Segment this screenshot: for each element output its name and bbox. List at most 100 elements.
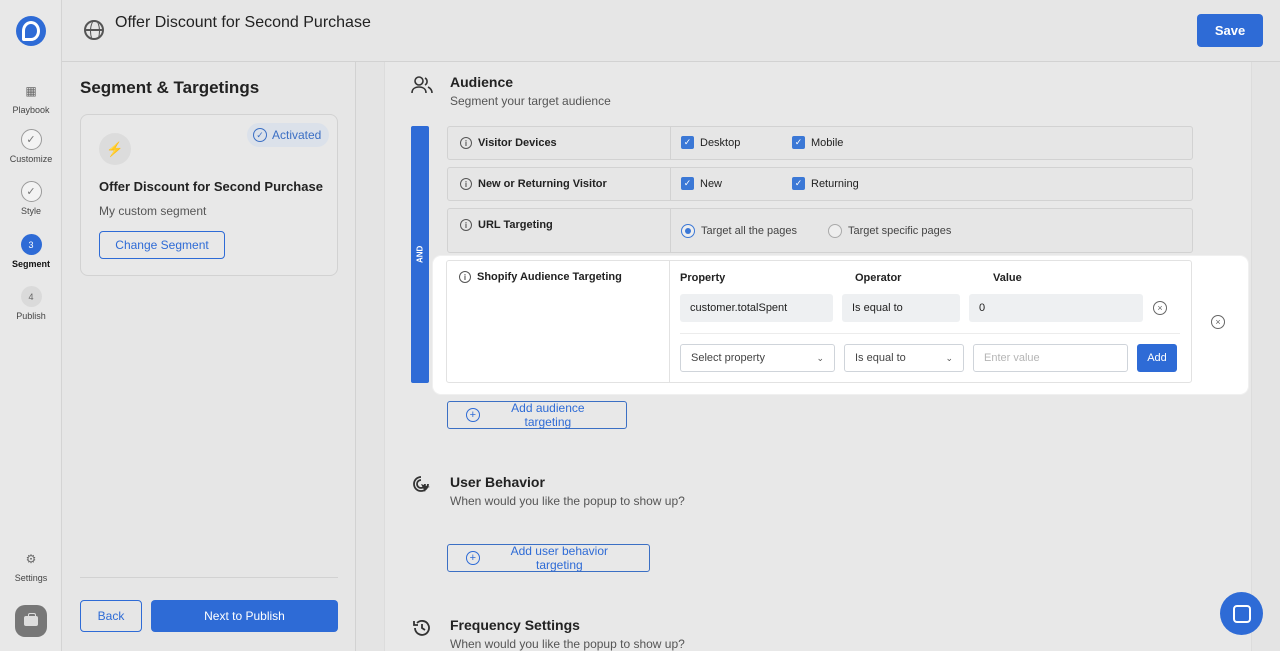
briefcase-icon[interactable]	[15, 605, 47, 637]
top-bar: Offer Discount for Second Purchase Save	[62, 0, 1280, 62]
section-title: Audience	[450, 74, 514, 90]
select-value: Is equal to	[855, 352, 906, 364]
checkbox-checked-icon: ✓	[792, 136, 805, 149]
info-icon: i	[460, 178, 472, 190]
rail-item-segment[interactable]: 3 Segment	[0, 234, 62, 269]
check-circle-icon: ✓	[253, 128, 267, 142]
history-icon	[411, 617, 433, 639]
divider	[670, 168, 671, 200]
operator-field[interactable]: Is equal to	[842, 294, 960, 322]
button-label: Add user behavior targeting	[510, 544, 609, 572]
divider	[669, 261, 670, 382]
rule-new-returning: i New or Returning Visitor ✓ New ✓ Returni…	[447, 167, 1193, 201]
add-user-behavior-button[interactable]: + Add user behavior targeting	[447, 544, 650, 572]
rule-label: Visitor Devices	[478, 137, 557, 149]
divider	[80, 577, 338, 578]
app-logo[interactable]	[16, 16, 46, 46]
rule-name: i Visitor Devices	[460, 137, 557, 149]
button-label: Add audience targeting	[511, 401, 585, 429]
checkbox-desktop[interactable]: ✓ Desktop	[681, 136, 740, 149]
checkbox-label: Desktop	[700, 136, 741, 149]
checkbox-checked-icon: ✓	[681, 177, 694, 190]
add-condition-button[interactable]: Add	[1137, 344, 1177, 372]
segment-card: ⚡ ✓ Activated Offer Discount for Second …	[80, 114, 338, 276]
checkbox-mobile[interactable]: ✓ Mobile	[792, 136, 843, 149]
section-subtitle: Segment your target audience	[450, 94, 611, 108]
rail-label: Playbook	[12, 105, 50, 115]
check-icon: ✓	[20, 129, 42, 150]
checkbox-label: New	[700, 177, 723, 190]
badge-label: Activated	[272, 128, 322, 142]
rule-name: i Shopify Audience Targeting	[459, 271, 622, 283]
grid-icon: ▦	[25, 83, 37, 98]
remove-rule-icon[interactable]: ×	[1211, 315, 1225, 329]
checkbox-label: Mobile	[811, 136, 844, 149]
shopify-targeting-card: i Shopify Audience Targeting Property Op…	[433, 256, 1248, 394]
section-title: Frequency Settings	[450, 617, 580, 633]
rule-label: Shopify Audience Targeting	[477, 271, 622, 283]
rail-item-settings[interactable]: ⚙ Settings	[0, 548, 62, 584]
add-audience-targeting-button[interactable]: + Add audience targeting	[447, 401, 627, 429]
radio-empty-icon	[828, 224, 842, 238]
radio-specific-pages[interactable]: Target specific pages	[828, 224, 951, 238]
chat-icon	[1232, 604, 1251, 623]
divider	[670, 209, 671, 252]
users-icon	[411, 74, 433, 96]
radio-selected-icon	[681, 224, 695, 238]
checkbox-checked-icon: ✓	[681, 136, 694, 149]
chat-button[interactable]	[1220, 592, 1263, 635]
divider	[670, 127, 671, 159]
rail-label: Publish	[16, 311, 46, 321]
page-title: Offer Discount for Second Purchase	[115, 14, 371, 31]
segment-panel: Segment & Targetings ⚡ ✓ Activated Offer…	[62, 62, 356, 651]
rail-item-customize[interactable]: ✓ Customize	[0, 129, 62, 164]
step-number: 4	[20, 286, 42, 307]
section-subtitle: When would you like the popup to show up…	[450, 494, 685, 508]
plus-circle-icon: +	[466, 408, 480, 422]
checkbox-returning[interactable]: ✓ Returning	[792, 177, 859, 190]
rule-url-targeting: i URL Targeting Target all the pages Tar…	[447, 208, 1193, 253]
chevron-down-icon: ⌄	[945, 352, 953, 363]
left-rail: ▦ Playbook ✓ Customize ✓ Style 3 Segment…	[0, 0, 62, 651]
rail-item-publish[interactable]: 4 Publish	[0, 286, 62, 321]
rail-item-style[interactable]: ✓ Style	[0, 181, 62, 216]
rail-item-playbook[interactable]: ▦ Playbook	[0, 80, 62, 116]
rail-label: Customize	[9, 154, 53, 164]
info-icon: i	[460, 219, 472, 231]
step-number: 3	[20, 234, 42, 255]
remove-condition-icon[interactable]: ×	[1153, 301, 1167, 315]
property-field[interactable]: customer.totalSpent	[680, 294, 833, 322]
rail-label: Segment	[11, 259, 50, 269]
value-input[interactable]: Enter value	[973, 344, 1128, 372]
rail-label: Style	[20, 206, 41, 216]
info-icon: i	[459, 271, 471, 283]
radio-label: Target all the pages	[701, 225, 798, 237]
panel-heading: Segment & Targetings	[80, 78, 260, 97]
property-select[interactable]: Select property ⌄	[680, 344, 835, 372]
back-button[interactable]: Back	[80, 600, 142, 632]
status-badge: ✓ Activated	[247, 123, 330, 147]
rule-label: URL Targeting	[478, 219, 553, 231]
column-header-value: Value	[993, 272, 1022, 284]
check-icon: ✓	[20, 181, 42, 202]
column-header-property: Property	[680, 272, 726, 284]
section-title: User Behavior	[450, 474, 545, 490]
cursor-click-icon	[411, 474, 433, 496]
rule-shopify-audience: i Shopify Audience Targeting Property Op…	[446, 260, 1192, 383]
and-label: AND	[415, 245, 425, 263]
rule-visitor-devices: i Visitor Devices ✓ Desktop ✓ Mobile	[447, 126, 1193, 160]
operator-select[interactable]: Is equal to ⌄	[844, 344, 964, 372]
change-segment-button[interactable]: Change Segment	[99, 231, 225, 259]
rule-name: i URL Targeting	[460, 219, 553, 231]
rule-name: i New or Returning Visitor	[460, 178, 607, 190]
segment-title: Offer Discount for Second Purchase	[99, 179, 323, 194]
next-to-publish-button[interactable]: Next to Publish	[151, 600, 338, 632]
save-button[interactable]: Save	[1197, 14, 1263, 47]
value-field[interactable]: 0	[969, 294, 1143, 322]
bolt-icon: ⚡	[99, 133, 131, 165]
radio-all-pages[interactable]: Target all the pages	[681, 224, 797, 238]
checkbox-new[interactable]: ✓ New	[681, 177, 722, 190]
chevron-down-icon: ⌄	[816, 352, 824, 363]
checkbox-checked-icon: ✓	[792, 177, 805, 190]
select-value: Select property	[691, 352, 765, 364]
